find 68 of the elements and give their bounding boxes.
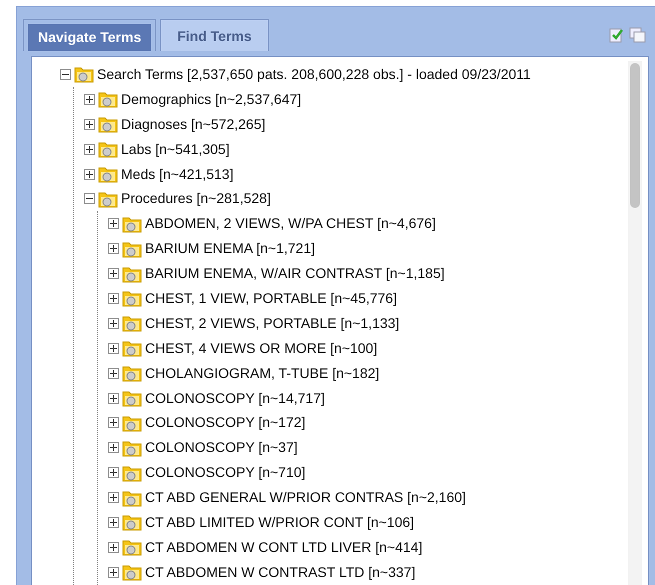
checklist-icon[interactable] — [609, 27, 625, 43]
expand-icon[interactable] — [108, 218, 119, 230]
folder-icon — [122, 240, 142, 258]
folder-icon — [122, 464, 142, 482]
expand-icon[interactable] — [108, 243, 119, 254]
expand-icon[interactable] — [84, 144, 95, 155]
folder-icon — [98, 165, 118, 183]
tree-item[interactable]: COLONOSCOPY [n~14,717] — [145, 388, 325, 409]
expand-icon[interactable] — [84, 94, 95, 105]
expand-icon[interactable] — [108, 417, 119, 428]
folder-icon — [122, 314, 142, 332]
collapse-icon[interactable] — [60, 68, 71, 80]
expand-icon[interactable] — [108, 368, 119, 379]
tree-item[interactable]: BARIUM ENEMA [n~1,721] — [145, 238, 316, 260]
tree-item[interactable]: Demographics [n~2,537,647] — [121, 88, 302, 110]
expand-icon[interactable] — [108, 492, 119, 504]
tab[interactable]: Find Terms — [160, 19, 269, 51]
expand-icon[interactable] — [108, 292, 119, 304]
expand-icon[interactable] — [108, 516, 119, 528]
expand-icon[interactable] — [84, 118, 95, 130]
folder-icon — [122, 414, 142, 432]
collapse-icon[interactable] — [84, 193, 95, 204]
expand-icon[interactable] — [108, 268, 119, 280]
folder-icon — [122, 438, 142, 457]
tree-item[interactable]: CHOLANGIOGRAM, T-TUBE [n~182] — [145, 362, 380, 384]
expand-icon[interactable] — [108, 442, 119, 454]
tree-item[interactable]: Procedures [n~281,528] — [121, 188, 271, 210]
expand-icon[interactable] — [84, 168, 95, 180]
tree-item[interactable]: Meds [n~421,513] — [121, 164, 234, 184]
expand-icon[interactable] — [108, 318, 119, 329]
tree-item[interactable]: COLONOSCOPY [n~37] — [145, 437, 298, 458]
tree-item[interactable]: CT ABDOMEN W CONT LTD LIVER [n~414] — [145, 536, 422, 558]
tree-item[interactable]: CT ABD LIMITED W/PRIOR CONT [n~106] — [145, 512, 414, 533]
tree-item[interactable]: CHEST, 4 VIEWS OR MORE [n~100] — [145, 338, 378, 359]
folder-icon — [122, 563, 142, 582]
folder-icon — [98, 90, 118, 108]
folder-icon — [98, 190, 118, 208]
folder-icon — [122, 264, 142, 283]
tree-item[interactable]: CT ABD GENERAL W/PRIOR CONTRAS [n~2,160] — [145, 487, 466, 508]
expand-icon[interactable] — [108, 392, 119, 404]
tree-item[interactable]: Diagnoses [n~572,265] — [121, 114, 266, 135]
expand-icon[interactable] — [108, 542, 119, 553]
expand-icon[interactable] — [108, 342, 119, 354]
tree-item[interactable]: ABDOMEN, 2 VIEWS, W/PA CHEST [n~4,676] — [145, 213, 436, 234]
tree-item[interactable]: COLONOSCOPY [n~172] — [145, 412, 306, 434]
folder-icon — [122, 214, 142, 233]
tree-item[interactable]: Labs [n~541,305] — [121, 138, 230, 160]
folder-icon — [74, 65, 94, 84]
folder-icon — [122, 389, 142, 408]
tree-item[interactable]: Search Terms [2,537,650 pats. 208,600,228 obs.] - loaded 09/23/2011 — [97, 64, 531, 85]
expand-icon[interactable] — [108, 467, 119, 478]
tab[interactable]: Navigate Terms — [23, 19, 156, 51]
tree-item[interactable]: CHEST, 1 VIEW, PORTABLE [n~45,776] — [145, 288, 397, 309]
folder-icon — [98, 115, 118, 134]
folder-icon — [122, 513, 142, 532]
folder-icon — [122, 339, 142, 358]
expand-icon[interactable] — [108, 566, 119, 578]
folder-icon — [122, 364, 142, 382]
windows-icon[interactable] — [629, 27, 647, 43]
folder-icon — [98, 140, 118, 158]
tree-item[interactable]: COLONOSCOPY [n~710] — [145, 462, 306, 484]
folder-icon — [122, 538, 142, 556]
folder-icon — [122, 289, 142, 308]
scrollbar[interactable] — [628, 61, 642, 585]
tree-item[interactable]: BARIUM ENEMA, W/AIR CONTRAST [n~1,185] — [145, 263, 445, 284]
folder-icon — [122, 488, 142, 507]
tree-item[interactable]: CHEST, 2 VIEWS, PORTABLE [n~1,133] — [145, 312, 400, 334]
tree-item[interactable]: CT ABDOMEN W CONTRAST LTD [n~337] — [145, 562, 416, 583]
